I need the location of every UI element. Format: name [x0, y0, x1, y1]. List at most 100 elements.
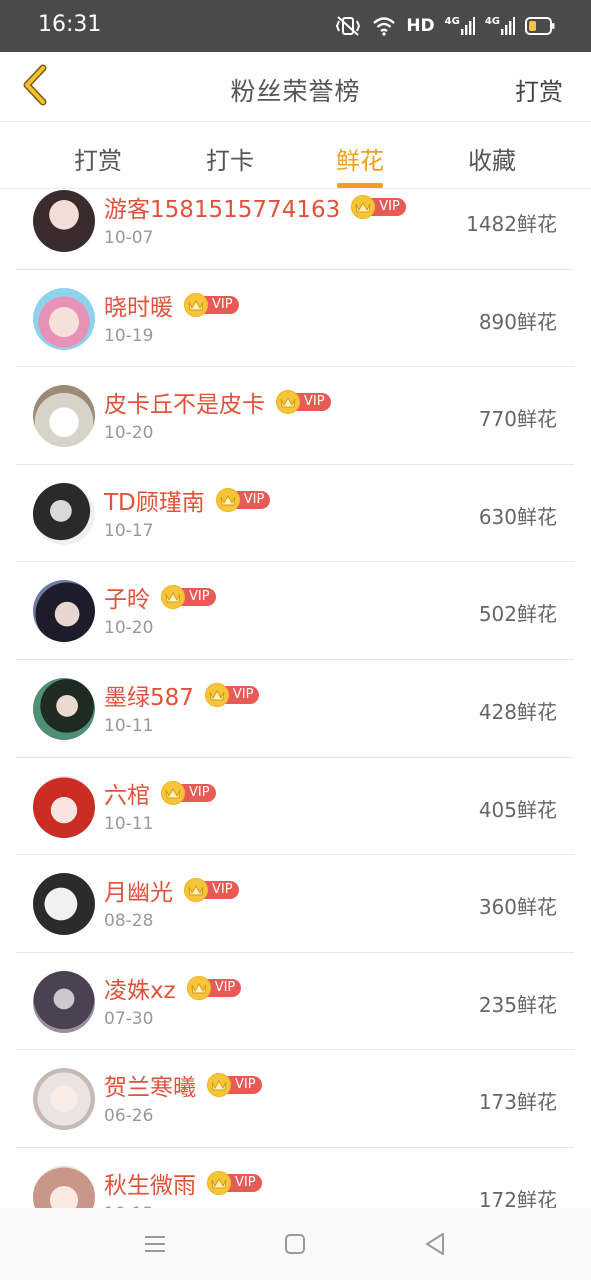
- menu-icon[interactable]: [141, 1230, 169, 1258]
- date: 07-30: [104, 1008, 154, 1029]
- name-line: 子昤 VIP: [104, 580, 216, 614]
- vip-badge: VIP: [161, 585, 216, 610]
- list-item[interactable]: 墨绿587 VIP 10-11 428鲜花: [0, 660, 591, 758]
- flower-count: 1482鲜花: [466, 212, 557, 236]
- vip-badge: VIP: [215, 487, 271, 512]
- status-bar: 16:31 HD 4G 4G: [0, 0, 591, 52]
- flower-count: 502鲜花: [478, 602, 557, 627]
- name-line: 游客1581515774163 VIP: [104, 190, 406, 224]
- vibrate-off-icon: [334, 15, 362, 37]
- signal-4g-icon: 4G: [445, 17, 475, 35]
- flower-count: 360鲜花: [478, 895, 557, 920]
- vip-badge: VIP: [276, 390, 331, 415]
- crown-icon: [276, 390, 300, 415]
- net-label: 4G: [444, 16, 460, 27]
- name-line: 六棺 VIP: [104, 776, 216, 810]
- list-item[interactable]: 月幽光 VIP 08-28 360鲜花: [0, 855, 591, 953]
- crown-icon: [161, 780, 185, 805]
- user-name: 游客1581515774163: [104, 197, 341, 223]
- name-line: 凌姝xz VIP: [104, 971, 242, 1005]
- list-item[interactable]: 六棺 VIP 10-11 405鲜花: [0, 758, 591, 856]
- hd-icon: HD: [406, 16, 435, 36]
- date: 08-28: [104, 911, 154, 932]
- list-item[interactable]: 游客1581515774163 VIP 10-07 1482鲜花: [0, 189, 591, 270]
- user-name: 凌姝xz: [104, 977, 176, 1004]
- avatar[interactable]: [33, 873, 95, 936]
- user-name: 贺兰寒曦: [104, 1075, 196, 1102]
- name-line: TD顾瑾南 VIP: [104, 483, 271, 517]
- list-item[interactable]: 秋生微雨 VIP 10-13 172鲜花: [0, 1148, 591, 1208]
- name-line: 墨绿587 VIP: [104, 678, 260, 712]
- user-name: 子昤: [104, 587, 150, 614]
- avatar[interactable]: [33, 287, 95, 350]
- tab-flowers-label: 鲜花: [336, 147, 384, 175]
- avatar[interactable]: [33, 970, 95, 1033]
- list-item[interactable]: 凌姝xz VIP 07-30 235鲜花: [0, 953, 591, 1051]
- user-name: 晓时暖: [104, 294, 173, 321]
- vip-badge: VIP: [351, 195, 406, 219]
- user-name: TD顾瑾南: [104, 489, 205, 516]
- wifi-icon: [372, 16, 396, 36]
- page-title: 粉丝荣誉榜: [230, 77, 361, 106]
- crown-icon: [207, 1170, 231, 1195]
- user-name: 六棺: [104, 782, 150, 809]
- list-item[interactable]: 贺兰寒曦 VIP 06-26 173鲜花: [0, 1050, 591, 1148]
- flower-count: 235鲜花: [478, 992, 557, 1017]
- vip-badge: VIP: [207, 1170, 262, 1195]
- name-line: 晓时暖 VIP: [104, 288, 239, 322]
- date: 06-26: [104, 1106, 154, 1127]
- fan-ranking-list[interactable]: 游客1581515774163 VIP 10-07 1482鲜花 晓时暖 VIP…: [0, 189, 591, 1208]
- app-header: 粉丝荣誉榜 打赏: [0, 52, 591, 122]
- system-nav-bar: [0, 1208, 591, 1280]
- back-triangle-icon[interactable]: [421, 1230, 449, 1258]
- tab-bar: 打赏 打卡 鲜花 收藏: [0, 123, 591, 189]
- crown-icon: [186, 975, 211, 1000]
- net-label: 4G: [484, 16, 500, 27]
- date: 10-17: [104, 520, 154, 541]
- crown-icon: [215, 487, 240, 512]
- name-line: 贺兰寒曦 VIP: [104, 1068, 262, 1102]
- date: 10-20: [104, 423, 154, 444]
- crown-icon: [204, 682, 229, 707]
- name-line: 月幽光 VIP: [104, 873, 239, 907]
- flower-count: 770鲜花: [478, 407, 557, 432]
- tab-favorites[interactable]: 收藏: [442, 141, 542, 176]
- tab-reward[interactable]: 打赏: [48, 141, 148, 176]
- status-icons: HD 4G 4G: [334, 14, 555, 38]
- avatar[interactable]: [33, 580, 95, 643]
- list-item[interactable]: 皮卡丘不是皮卡 VIP 10-20 770鲜花: [0, 367, 591, 465]
- flower-count: 630鲜花: [478, 504, 557, 529]
- avatar[interactable]: [33, 677, 95, 740]
- status-time: 16:31: [38, 12, 102, 37]
- tab-checkin[interactable]: 打卡: [180, 141, 280, 176]
- tab-active-indicator: [337, 183, 383, 188]
- avatar[interactable]: [33, 190, 95, 252]
- date: 10-07: [104, 228, 154, 248]
- crown-icon: [184, 292, 208, 317]
- flower-count: 172鲜花: [478, 1187, 557, 1208]
- reward-button[interactable]: 打赏: [515, 72, 563, 107]
- crown-icon: [184, 878, 208, 903]
- user-name: 皮卡丘不是皮卡: [104, 392, 265, 419]
- date: 10-20: [104, 618, 154, 639]
- list-item[interactable]: TD顾瑾南 VIP 10-17 630鲜花: [0, 465, 591, 563]
- user-name: 墨绿587: [104, 684, 194, 711]
- date: 10-11: [104, 813, 154, 834]
- avatar[interactable]: [33, 1068, 95, 1131]
- vip-badge: VIP: [161, 780, 216, 805]
- avatar[interactable]: [33, 775, 95, 838]
- tab-flowers[interactable]: 鲜花: [310, 141, 410, 188]
- date: 10-11: [104, 715, 154, 736]
- flower-count: 890鲜花: [478, 309, 557, 334]
- list-item[interactable]: 晓时暖 VIP 10-19 890鲜花: [0, 270, 591, 368]
- flower-count: 405鲜花: [478, 797, 557, 822]
- vip-badge: VIP: [207, 1073, 262, 1098]
- user-name: 月幽光: [104, 880, 173, 907]
- signal-4g-icon: 4G: [485, 17, 515, 35]
- avatar[interactable]: [33, 385, 95, 448]
- battery-icon: [525, 17, 555, 35]
- home-square-icon[interactable]: [281, 1230, 309, 1258]
- avatar[interactable]: [33, 1165, 95, 1208]
- avatar[interactable]: [33, 482, 95, 545]
- list-item[interactable]: 子昤 VIP 10-20 502鲜花: [0, 562, 591, 660]
